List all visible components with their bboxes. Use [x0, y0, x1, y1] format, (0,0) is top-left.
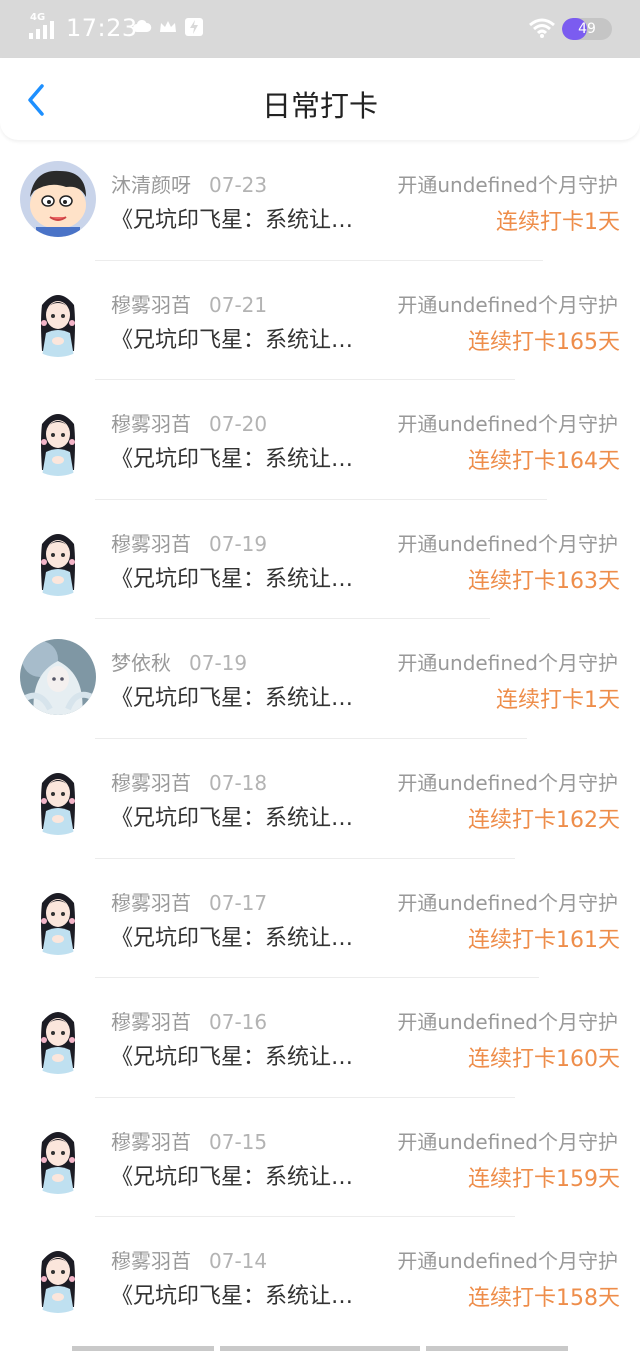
status-bar: 4G 17:23 49 [0, 0, 640, 58]
checkin-date: 07-23 [209, 173, 268, 197]
book-title: 《兄坑印飞星：系统让… [111, 925, 354, 951]
avatar[interactable] [20, 400, 96, 477]
checkin-date: 07-19 [209, 531, 268, 556]
user-name: 梦依秋 07-19 [111, 647, 247, 676]
checkin-date: 07-15 [209, 1129, 268, 1154]
bottom-bars [0, 1344, 640, 1351]
avatar[interactable] [20, 878, 96, 955]
avatar[interactable] [20, 758, 96, 835]
user-name: 穆雾羽苩 07-21 [111, 289, 267, 318]
avatar[interactable] [20, 161, 96, 237]
bottom-bar-segment [72, 1346, 214, 1351]
checkin-row[interactable]: 穆雾羽苩 07-15 《兄坑印飞星：系统让… 开通undefined个月守护连续打卡1… [0, 1098, 640, 1218]
guard-status: 开通undefined个月守护 [397, 292, 618, 317]
book-title: 《兄坑印飞星：系统让… [111, 327, 354, 353]
book-title: 《兄坑印飞星：系统让… [111, 566, 354, 592]
streak-count: 连续打卡162天 [468, 807, 620, 833]
signal-icon [29, 21, 54, 39]
checkin-row[interactable]: 穆雾羽苩 07-16 《兄坑印飞星：系统让… 开通undefined个月守护连续打卡1… [0, 978, 640, 1098]
user-name: 沐清颜呀 07-23 [111, 169, 267, 198]
back-button[interactable] [18, 80, 58, 120]
checkin-row[interactable]: 穆雾羽苩 07-19 《兄坑印飞星：系统让… 开通undefined个月守护连续打卡1… [0, 500, 640, 620]
checkin-list: 沐清颜呀 07-23 《兄坑印飞星：系统让… 开通undefined个月守护 连续打卡1… [0, 141, 640, 1337]
chevron-left-icon [28, 84, 44, 116]
checkin-date: 07-18 [209, 770, 268, 795]
checkin-date: 07-16 [209, 1010, 268, 1035]
streak-count: 连续打卡1天 [496, 210, 620, 235]
crown-icon [160, 21, 176, 32]
avatar[interactable] [20, 1117, 96, 1194]
avatar[interactable] [20, 998, 96, 1075]
streak-count: 连续打卡1天 [496, 688, 620, 714]
user-name: 穆雾羽苩 07-19 [111, 528, 267, 557]
guard-status: 开通undefined个月守护 [397, 1249, 618, 1274]
book-title: 《兄坑印飞星：系统让… [111, 686, 354, 712]
book-title: 《兄坑印飞星：系统让… [111, 805, 354, 831]
avatar[interactable] [20, 519, 96, 596]
user-name: 穆雾羽苩 07-17 [111, 887, 267, 916]
checkin-row[interactable]: 穆雾羽苩 07-21 《兄坑印飞星：系统让… 开通undefined个月守护连续打卡1… [0, 261, 640, 381]
checkin-date: 07-19 [189, 651, 248, 676]
streak-count: 连续打卡158天 [468, 1286, 620, 1312]
bottom-bar-segment [426, 1346, 568, 1351]
checkin-date: 07-20 [209, 412, 268, 437]
battery-indicator: 49 [562, 18, 612, 40]
user-name: 穆雾羽苩 07-18 [111, 767, 267, 796]
checkin-row[interactable]: 穆雾羽苩 07-20 《兄坑印飞星：系统让… 开通undefined个月守护连续打卡1… [0, 380, 640, 500]
cloud-icon [133, 19, 152, 32]
checkin-date: 07-14 [209, 1249, 268, 1274]
user-name-text: 穆雾羽苩 [111, 770, 191, 795]
streak-count: 连续打卡164天 [468, 449, 620, 475]
checkin-row[interactable]: 沐清颜呀 07-23 《兄坑印飞星：系统让… 开通undefined个月守护连续打卡1… [0, 141, 640, 261]
user-name: 穆雾羽苩 07-14 [111, 1245, 267, 1274]
checkin-date: 07-21 [209, 292, 268, 317]
user-name-text: 穆雾羽苩 [111, 1129, 191, 1154]
user-name: 穆雾羽苩 07-15 [111, 1126, 267, 1155]
user-name-text: 沐清颜呀 [111, 173, 191, 197]
streak-count: 连续打卡161天 [468, 927, 620, 953]
checkin-row[interactable]: 穆雾羽苩 07-17 《兄坑印飞星：系统让… 开通undefined个月守护连续打卡1… [0, 859, 640, 979]
avatar[interactable] [20, 639, 96, 716]
user-name: 穆雾羽苩 07-20 [111, 408, 267, 437]
header: 日常打卡 [0, 58, 640, 140]
user-name-text: 梦依秋 [111, 651, 171, 676]
user-name-text: 穆雾羽苩 [111, 412, 191, 437]
book-title: 《兄坑印飞星：系统让… [111, 208, 354, 233]
book-title: 《兄坑印飞星：系统让… [111, 1284, 354, 1310]
checkin-row[interactable]: 穆雾羽苩 07-18 《兄坑印飞星：系统让… 开通undefined个月守护连续打卡1… [0, 739, 640, 859]
streak-count: 连续打卡163天 [468, 568, 620, 594]
streak-count: 连续打卡160天 [468, 1047, 620, 1073]
guard-status: 开通undefined个月守护 [397, 1010, 618, 1035]
streak-count: 连续打卡165天 [468, 329, 620, 355]
user-name-text: 穆雾羽苩 [111, 1010, 191, 1035]
guard-status: 开通undefined个月守护 [397, 412, 618, 437]
user-name-text: 穆雾羽苩 [111, 292, 191, 317]
status-time: 17:23 [66, 14, 138, 42]
user-name-text: 穆雾羽苩 [111, 531, 191, 556]
guard-status: 开通undefined个月守护 [397, 1129, 618, 1154]
user-name-text: 穆雾羽苩 [111, 1249, 191, 1274]
book-title: 《兄坑印飞星：系统让… [111, 1164, 354, 1190]
checkin-date: 07-17 [209, 890, 268, 915]
flash-icon [185, 18, 203, 36]
checkin-row[interactable]: 梦依秋 07-19 《兄坑印飞星：系统让… 开通undefined个月守护连续打卡1天 [0, 619, 640, 739]
checkin-row[interactable]: 穆雾羽苩 07-14 《兄坑印飞星：系统让… 开通undefined个月守护连续打卡1… [0, 1217, 640, 1337]
page-title: 日常打卡 [261, 89, 378, 123]
streak-count: 连续打卡159天 [468, 1166, 620, 1192]
guard-status: 开通undefined个月守护 [397, 770, 618, 795]
guard-status: 开通undefined个月守护 [397, 173, 618, 197]
bottom-bar-segment [220, 1346, 420, 1351]
guard-status: 开通undefined个月守护 [397, 531, 618, 556]
user-name: 穆雾羽苩 07-16 [111, 1006, 267, 1035]
user-name-text: 穆雾羽苩 [111, 890, 191, 915]
book-title: 《兄坑印飞星：系统让… [111, 447, 354, 473]
book-title: 《兄坑印飞星：系统让… [111, 1045, 354, 1071]
avatar[interactable] [20, 280, 96, 357]
wifi-icon [529, 18, 555, 38]
battery-level: 49 [578, 21, 596, 37]
guard-status: 开通undefined个月守护 [397, 651, 618, 676]
guard-status: 开通undefined个月守护 [397, 890, 618, 915]
avatar[interactable] [20, 1237, 96, 1314]
